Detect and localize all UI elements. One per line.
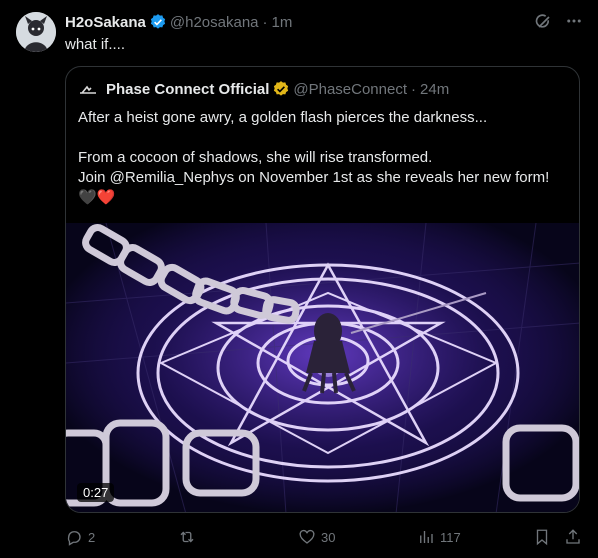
tweet-header: H2oSakana @h2osakana · 1m [65,12,292,32]
grok-icon[interactable] [534,12,556,34]
views-button[interactable]: 117 [417,526,461,548]
quote-avatar[interactable] [78,79,98,99]
share-icon [566,529,580,544]
share-button[interactable] [564,526,587,548]
video-duration: 0:27 [77,483,115,502]
video-frame [66,223,579,512]
views-icon [420,531,433,543]
quote-author-name[interactable]: Phase Connect Official [106,81,269,98]
repost-button[interactable] [178,526,201,548]
avatar[interactable] [16,12,56,52]
like-icon [299,529,315,544]
author-handle[interactable]: @h2osakana [170,14,259,31]
bookmark-icon [536,529,548,546]
bookmark-button[interactable] [533,526,556,548]
quoted-tweet[interactable]: Phase Connect Official @PhaseConnect · 2… [65,66,580,513]
separator: · [262,13,268,31]
views-count: 117 [440,529,461,545]
quote-timestamp[interactable]: 24m [420,81,449,98]
repost-icon [180,531,194,543]
reply-button[interactable]: 2 [65,526,95,548]
quote-text-line: After a heist gone awry, a golden flash … [78,109,488,126]
like-button[interactable]: 30 [298,526,335,548]
quote-header: Phase Connect Official @PhaseConnect · 2… [78,79,449,99]
verified-badge-icon[interactable] [149,13,167,31]
like-count: 30 [321,529,336,545]
verified-gold-badge-icon[interactable] [272,80,290,98]
author-name[interactable]: H2oSakana [65,14,146,31]
reply-icon [67,531,81,546]
quote-text-line: From a cocoon of shadows, she will rise … [78,149,433,166]
reply-count: 2 [88,529,96,545]
timestamp[interactable]: 1m [272,14,293,31]
more-icon[interactable] [565,12,585,34]
quote-author-handle[interactable]: @PhaseConnect [293,81,407,98]
quote-emojis: 🖤❤️ [78,189,116,206]
quote-text-line: Join @Remilia_Nephys on November 1st as … [78,169,550,186]
video-player[interactable]: 0:27 [66,223,579,512]
tweet-text: what if.... [65,36,126,53]
separator: · [411,80,417,98]
